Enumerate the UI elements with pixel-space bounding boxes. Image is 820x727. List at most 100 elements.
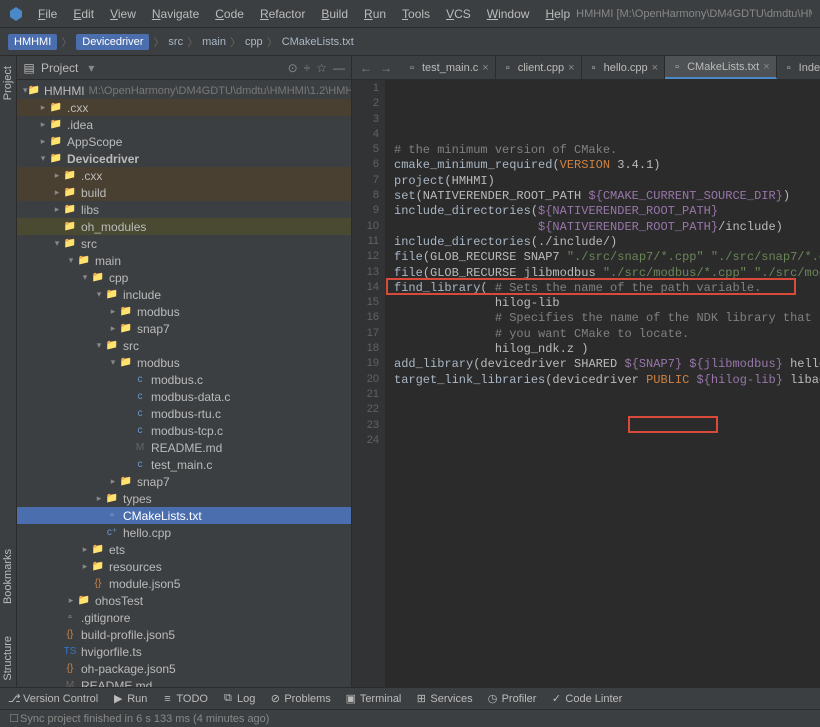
sidebar-tab-bookmarks[interactable]: Bookmarks <box>0 543 16 610</box>
toolbar-icon[interactable]: ☆ <box>316 61 327 75</box>
menu-view[interactable]: View <box>104 5 142 23</box>
tree-row[interactable]: {}oh-package.json5 <box>17 660 351 677</box>
close-icon[interactable]: × <box>652 62 658 74</box>
chevron-icon[interactable]: ▾ <box>79 272 91 283</box>
menu-navigate[interactable]: Navigate <box>146 5 205 23</box>
tree-row[interactable]: c⁺hello.cpp <box>17 524 351 541</box>
chevron-icon[interactable]: ▾ <box>107 357 119 368</box>
tree-row[interactable]: ▫.gitignore <box>17 609 351 626</box>
tree-row[interactable]: ctest_main.c <box>17 456 351 473</box>
status-run[interactable]: ▶Run <box>112 692 147 705</box>
tree-row[interactable]: ▾📁cpp <box>17 269 351 286</box>
tree-row[interactable]: ▸📁modbus <box>17 303 351 320</box>
tree-row[interactable]: ▸📁.cxx <box>17 99 351 116</box>
tree-row[interactable]: ▸📁AppScope <box>17 133 351 150</box>
status-profiler[interactable]: ◷Profiler <box>487 692 537 705</box>
chevron-icon[interactable]: ▸ <box>107 476 119 487</box>
menu-file[interactable]: File <box>32 5 63 23</box>
status-todo[interactable]: ≡TODO <box>161 693 208 705</box>
tree-row[interactable]: {}build-profile.json5 <box>17 626 351 643</box>
chevron-icon[interactable]: ▸ <box>65 595 77 606</box>
chevron-down-icon[interactable]: ▾ <box>88 61 94 75</box>
toolbar-icon[interactable]: ⊙ <box>288 61 298 75</box>
tree-row[interactable]: ▾📁HMHMIM:\OpenHarmony\DM4GDTU\dmdtu\HMHM… <box>17 82 351 99</box>
tree-row[interactable]: ▾📁src <box>17 337 351 354</box>
menu-edit[interactable]: Edit <box>67 5 100 23</box>
menu-tools[interactable]: Tools <box>396 5 436 23</box>
close-icon[interactable]: × <box>482 62 488 74</box>
menu-build[interactable]: Build <box>315 5 354 23</box>
menu-refactor[interactable]: Refactor <box>254 5 311 23</box>
menu-code[interactable]: Code <box>209 5 250 23</box>
status-terminal[interactable]: ▣Terminal <box>345 692 402 705</box>
chevron-icon[interactable]: ▸ <box>37 102 49 113</box>
editor-tab[interactable]: ▫hello.cpp× <box>582 56 665 79</box>
chevron-icon[interactable]: ▾ <box>37 153 49 164</box>
chevron-icon[interactable]: ▸ <box>37 136 49 147</box>
tree-row[interactable]: ▸📁snap7 <box>17 320 351 337</box>
tree-row[interactable]: ▸📁ets <box>17 541 351 558</box>
status-services[interactable]: ⊞Services <box>415 692 472 705</box>
tree-row[interactable]: ▸📁resources <box>17 558 351 575</box>
close-icon[interactable]: × <box>763 61 769 73</box>
tree-row[interactable]: ▾📁include <box>17 286 351 303</box>
tree-row[interactable]: ▸📁ohosTest <box>17 592 351 609</box>
toolbar-icon[interactable]: — <box>333 61 345 75</box>
breadcrumb-item[interactable]: Devicedriver <box>76 34 149 50</box>
tree-row[interactable]: ▸📁libs <box>17 201 351 218</box>
tree-row[interactable]: cmodbus.c <box>17 371 351 388</box>
chevron-icon[interactable]: ▸ <box>107 323 119 334</box>
tree-row[interactable]: ▸📁build <box>17 184 351 201</box>
status-log[interactable]: ⧉Log <box>222 692 255 705</box>
menu-window[interactable]: Window <box>481 5 536 23</box>
tree-row[interactable]: ▸📁.cxx <box>17 167 351 184</box>
tree-row[interactable]: TShvigorfile.ts <box>17 643 351 660</box>
tree-row[interactable]: ▾📁main <box>17 252 351 269</box>
close-icon[interactable]: × <box>568 62 574 74</box>
editor-tab[interactable]: ▫client.cpp× <box>496 56 582 79</box>
tree-row[interactable]: ▾📁Devicedriver <box>17 150 351 167</box>
status-code-linter[interactable]: ✓Code Linter <box>550 692 622 705</box>
chevron-icon[interactable]: ▾ <box>93 340 105 351</box>
status-problems[interactable]: ⊘Problems <box>269 692 330 705</box>
tree-row[interactable]: ▫CMakeLists.txt <box>17 507 351 524</box>
project-tree[interactable]: ▾📁HMHMIM:\OpenHarmony\DM4GDTU\dmdtu\HMHM… <box>17 80 351 687</box>
tree-row[interactable]: {}module.json5 <box>17 575 351 592</box>
tree-row[interactable]: cmodbus-data.c <box>17 388 351 405</box>
tree-row[interactable]: ▸📁types <box>17 490 351 507</box>
menu-vcs[interactable]: VCS <box>440 5 477 23</box>
chevron-icon[interactable]: ▸ <box>51 204 63 215</box>
editor-tab[interactable]: ▫Index.ets× <box>777 56 820 79</box>
editor-tab[interactable]: ▫test_main.c× <box>400 56 496 79</box>
back-icon[interactable]: ← <box>360 61 372 75</box>
tree-row[interactable]: MREADME.md <box>17 439 351 456</box>
chevron-icon[interactable]: ▸ <box>79 561 91 572</box>
forward-icon[interactable]: → <box>380 61 392 75</box>
breadcrumb-item[interactable]: HMHMI <box>8 34 57 50</box>
tree-row[interactable]: cmodbus-rtu.c <box>17 405 351 422</box>
tree-row[interactable]: ▾📁src <box>17 235 351 252</box>
chevron-icon[interactable]: ▸ <box>93 493 105 504</box>
editor-tab[interactable]: ▫CMakeLists.txt× <box>665 56 777 79</box>
menu-help[interactable]: Help <box>539 5 576 23</box>
tree-row[interactable]: ▸📁.idea <box>17 116 351 133</box>
chevron-icon[interactable]: ▾ <box>65 255 77 266</box>
breadcrumb-item[interactable]: cpp <box>245 36 263 48</box>
chevron-icon[interactable]: ▾ <box>51 238 63 249</box>
menu-run[interactable]: Run <box>358 5 392 23</box>
chevron-icon[interactable]: ▸ <box>51 170 63 181</box>
tree-row[interactable]: ▾📁modbus <box>17 354 351 371</box>
tree-row[interactable]: ▸📁snap7 <box>17 473 351 490</box>
chevron-icon[interactable]: ▸ <box>51 187 63 198</box>
chevron-icon[interactable]: ▸ <box>79 544 91 555</box>
status-version-control[interactable]: ⎇Version Control <box>8 692 98 705</box>
chevron-icon[interactable]: ▸ <box>37 119 49 130</box>
chevron-icon[interactable]: ▸ <box>107 306 119 317</box>
tree-row[interactable]: cmodbus-tcp.c <box>17 422 351 439</box>
chevron-icon[interactable]: ▾ <box>93 289 105 300</box>
sidebar-tab-project[interactable]: Project <box>0 60 16 106</box>
sidebar-tab-structure[interactable]: Structure <box>0 630 16 687</box>
breadcrumb-item[interactable]: main <box>202 36 226 48</box>
tree-row[interactable]: 📁oh_modules <box>17 218 351 235</box>
breadcrumb-item[interactable]: CMakeLists.txt <box>282 36 354 48</box>
